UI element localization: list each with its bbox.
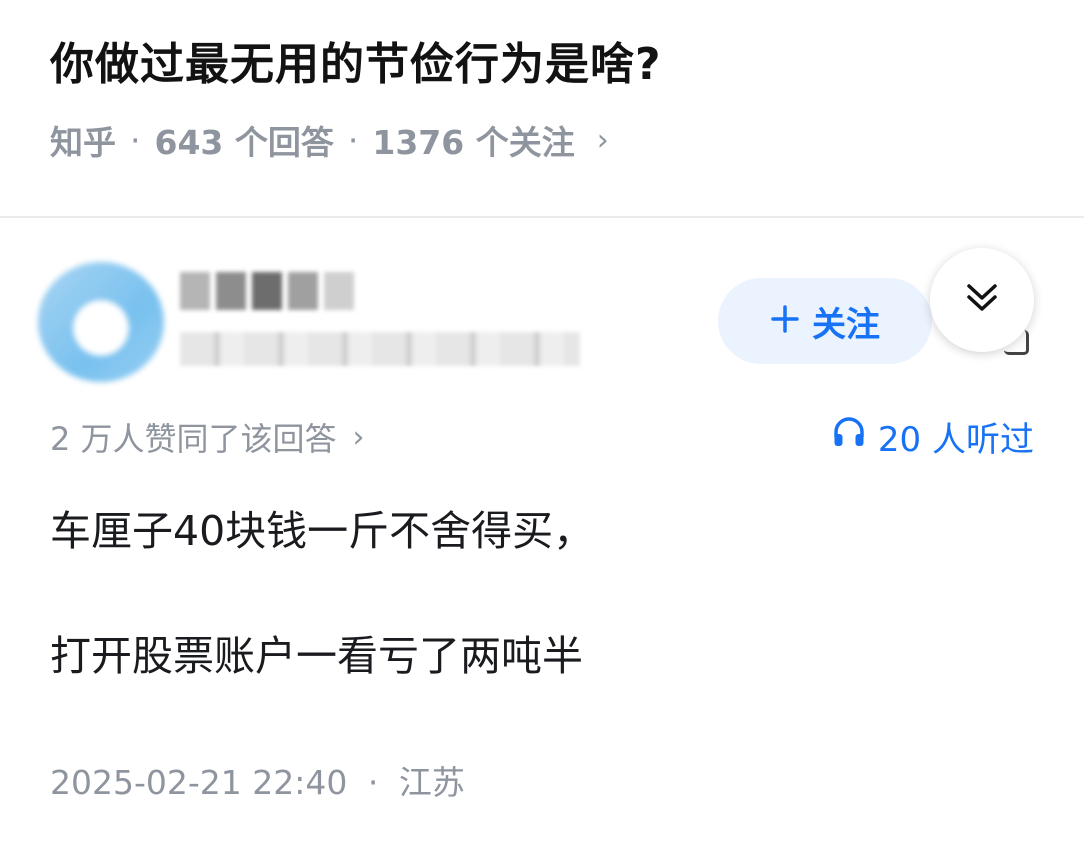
- listen-count: 20 人听过: [877, 420, 1034, 460]
- section-divider: [0, 216, 1084, 218]
- question-meta[interactable]: 知乎 · 643 个回答 · 1376 个关注 ›: [50, 116, 609, 164]
- question-title[interactable]: 你做过最无用的节俭行为是啥?: [50, 28, 662, 92]
- avatar[interactable]: [38, 262, 164, 382]
- followers-count: 1376 个关注: [372, 123, 575, 162]
- source-label: 知乎: [50, 123, 116, 162]
- collapse-button[interactable]: [930, 248, 1034, 352]
- double-chevron-down-icon: [964, 280, 1000, 320]
- meta-separator: ·: [367, 763, 379, 802]
- votes-text: 2 万人赞同了该回答: [50, 420, 337, 458]
- follow-label: 关注: [812, 304, 880, 345]
- answer-footer-meta: 2025-02-21 22:40 · 江苏: [50, 756, 465, 804]
- meta-separator: ·: [347, 120, 359, 160]
- chevron-right-icon: ›: [352, 419, 365, 455]
- author-name-blurred[interactable]: [180, 272, 354, 312]
- follow-button[interactable]: 关注: [718, 278, 932, 364]
- votes-summary[interactable]: 2 万人赞同了该回答 ›: [50, 414, 365, 460]
- author-bio-blurred: [180, 332, 580, 366]
- chevron-right-icon: ›: [596, 122, 609, 158]
- meta-separator: ·: [130, 120, 141, 160]
- answer-location: 江苏: [398, 763, 465, 802]
- answer-paragraph: 车厘子40块钱一斤不舍得买，: [50, 507, 595, 555]
- answers-count: 643 个回答: [154, 123, 334, 162]
- headphones-icon: [832, 415, 866, 458]
- plus-icon: [770, 298, 800, 344]
- answer-datetime: 2025-02-21 22:40: [50, 763, 348, 802]
- zhihu-answer-page: 你做过最无用的节俭行为是啥? 知乎 · 643 个回答 · 1376 个关注 ›…: [0, 0, 1084, 848]
- listen-button[interactable]: 20 人听过: [832, 412, 1034, 461]
- answer-paragraph: 打开股票账户一看亏了两吨半: [50, 632, 583, 680]
